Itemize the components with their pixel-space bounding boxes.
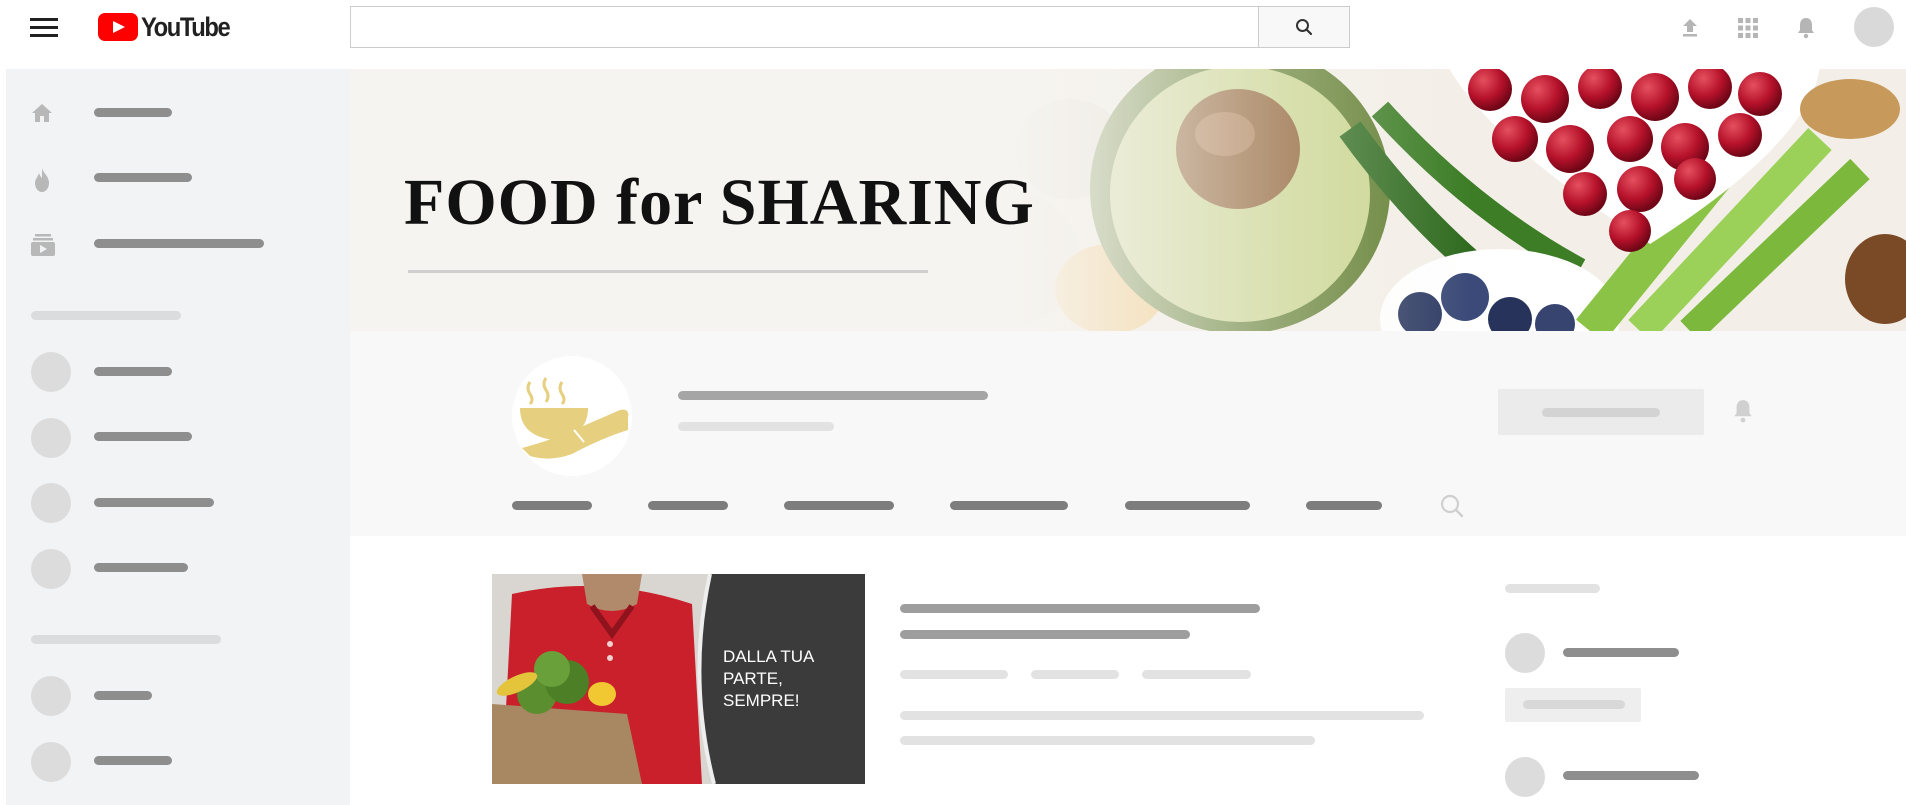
- account-avatar[interactable]: [1854, 7, 1894, 47]
- subscription-avatar[interactable]: [31, 549, 71, 589]
- channel-avatar[interactable]: [512, 356, 632, 476]
- subscriptions-icon[interactable]: [30, 232, 56, 258]
- sidebar-item[interactable]: [94, 756, 172, 765]
- video-description-line: [900, 736, 1315, 745]
- sidebar-item[interactable]: [94, 691, 152, 700]
- featured-channel-subscribe-label: [1523, 700, 1625, 709]
- tab-home[interactable]: [512, 501, 592, 510]
- subscriber-count: [678, 422, 834, 431]
- youtube-channel-page: YouTube FOOD for SHARING DALLA TUA PARTE…: [0, 0, 1906, 805]
- sidebar-item-avatar[interactable]: [31, 742, 71, 782]
- apps-grid-icon[interactable]: [1736, 16, 1760, 40]
- banner-title: FOOD for SHARING: [404, 166, 1035, 239]
- logo-text: YouTube: [141, 11, 231, 42]
- sidebar-section-header: [31, 311, 181, 320]
- tab-videos[interactable]: [648, 501, 728, 510]
- tab-channels[interactable]: [1125, 501, 1250, 510]
- youtube-logo[interactable]: YouTube: [98, 12, 241, 42]
- search-icon[interactable]: [1439, 493, 1465, 519]
- sidebar-item-subscriptions[interactable]: [94, 239, 264, 248]
- bell-icon[interactable]: [1730, 398, 1756, 426]
- video-description-line: [900, 711, 1424, 720]
- subscription-avatar[interactable]: [31, 483, 71, 523]
- video-meta-date: [1031, 670, 1119, 679]
- video-title-line[interactable]: [900, 630, 1190, 639]
- subscription-item[interactable]: [94, 367, 172, 376]
- home-icon[interactable]: [30, 101, 54, 125]
- video-meta-extra: [1142, 670, 1251, 679]
- search-input[interactable]: [350, 6, 1258, 48]
- video-meta-views: [900, 670, 1008, 679]
- sidebar-section-header: [31, 635, 221, 644]
- subscription-avatar[interactable]: [31, 352, 71, 392]
- play-logo-icon: [98, 13, 138, 41]
- tab-community[interactable]: [950, 501, 1068, 510]
- featured-channel-avatar[interactable]: [1505, 757, 1545, 797]
- channel-banner: FOOD for SHARING: [350, 69, 1906, 331]
- tab-playlists[interactable]: [784, 501, 894, 510]
- subscription-item[interactable]: [94, 498, 214, 507]
- thumbnail-caption: DALLA TUA PARTE, SEMPRE!: [723, 647, 814, 710]
- subscription-item[interactable]: [94, 563, 188, 572]
- hamburger-icon[interactable]: [28, 15, 62, 39]
- search-icon: [1296, 19, 1313, 36]
- banner-divider: [408, 270, 928, 273]
- channel-name: [678, 391, 988, 400]
- featured-channel-avatar[interactable]: [1505, 633, 1545, 673]
- bell-icon[interactable]: [1794, 16, 1818, 40]
- flame-icon[interactable]: [30, 167, 54, 193]
- search-button[interactable]: [1258, 6, 1350, 48]
- video-title-line[interactable]: [900, 604, 1260, 613]
- food-sharing-logo: [520, 377, 629, 459]
- channel-header: [350, 331, 1906, 536]
- sidebar-item-home[interactable]: [94, 108, 172, 117]
- sidebar-item-avatar[interactable]: [31, 676, 71, 716]
- subscribe-button[interactable]: [1498, 389, 1704, 435]
- featured-video-thumbnail[interactable]: DALLA TUA PARTE, SEMPRE!: [492, 574, 865, 784]
- upload-icon[interactable]: [1678, 16, 1702, 40]
- tab-about[interactable]: [1306, 501, 1382, 510]
- subscription-avatar[interactable]: [31, 418, 71, 458]
- sidebar: [6, 69, 350, 805]
- featured-channel-name[interactable]: [1563, 771, 1699, 780]
- featured-channel-name[interactable]: [1563, 648, 1679, 657]
- top-bar: YouTube: [0, 0, 1906, 69]
- sidebar-item-trending[interactable]: [94, 173, 192, 182]
- subscribe-label: [1542, 408, 1660, 417]
- subscription-item[interactable]: [94, 432, 192, 441]
- featured-channels-header: [1505, 584, 1600, 593]
